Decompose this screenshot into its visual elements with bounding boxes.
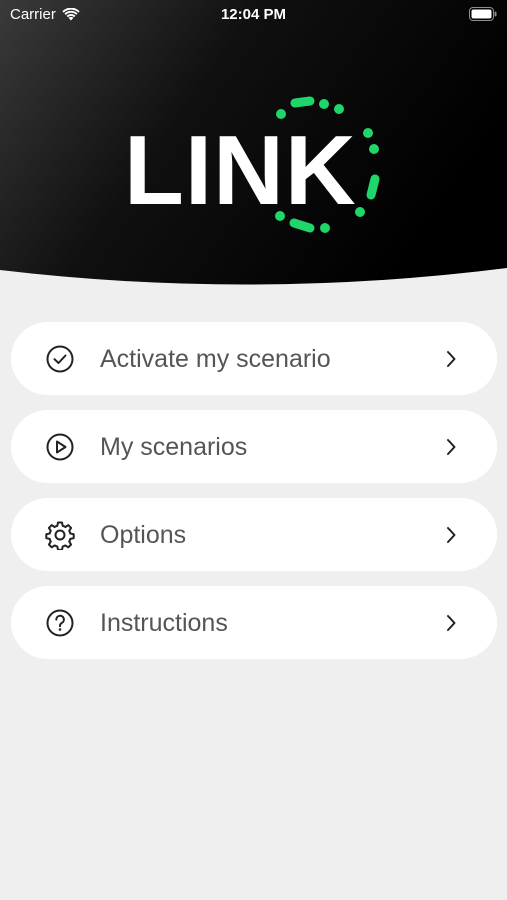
menu-item-label: My scenarios [100, 433, 248, 461]
header: Carrier 12:04 PM LINK [0, 0, 507, 290]
chevron-right-icon [447, 439, 456, 455]
battery-icon [469, 7, 497, 25]
menu-item-instructions[interactable]: Instructions [11, 586, 497, 659]
main-menu: Activate my scenario My scenarios Option… [11, 322, 497, 674]
menu-item-label: Activate my scenario [100, 345, 331, 373]
chevron-right-icon [447, 527, 456, 543]
check-circle-icon [46, 345, 74, 373]
logo-dotted-ring [275, 96, 380, 233]
menu-item-label: Options [100, 521, 187, 549]
menu-item-activate-scenario[interactable]: Activate my scenario [11, 322, 497, 395]
chevron-right-icon [447, 615, 456, 631]
chevron-right-icon [447, 351, 456, 367]
menu-item-options[interactable]: Options [11, 498, 497, 571]
status-bar: Carrier 12:04 PM [0, 0, 507, 30]
status-time: 12:04 PM [220, 6, 287, 23]
play-circle-icon [46, 433, 74, 461]
menu-item-my-scenarios[interactable]: My scenarios [11, 410, 497, 483]
question-circle-icon [46, 609, 74, 637]
gear-icon [45, 521, 75, 550]
menu-item-label: Instructions [100, 609, 228, 637]
link-logo: LINK [118, 95, 388, 240]
